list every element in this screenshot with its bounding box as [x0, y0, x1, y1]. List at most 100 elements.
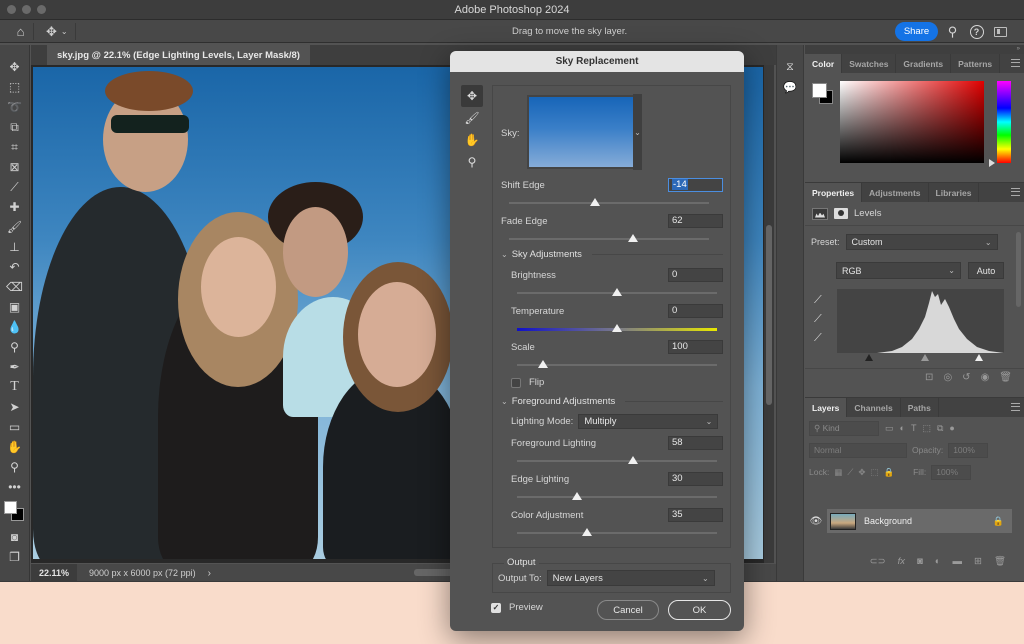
foreground-color-swatch[interactable] — [812, 83, 827, 98]
pixel-filter-icon[interactable]: ▭ — [885, 423, 894, 434]
trash-icon[interactable]: 🗑 — [999, 372, 1012, 383]
collapse-panels-button[interactable]: » — [805, 45, 1024, 54]
fade-edge-input[interactable]: 62 — [668, 214, 723, 228]
marquee-tool[interactable]: ⬚ — [0, 77, 29, 97]
trash-icon[interactable]: 🗑 — [994, 556, 1006, 567]
edge-lighting-input[interactable]: 30 — [668, 472, 723, 486]
fx-icon[interactable]: fx — [898, 556, 905, 567]
fill-input[interactable]: 100% — [931, 464, 972, 480]
scroll-thumb[interactable] — [766, 225, 772, 405]
tab-swatches[interactable]: Swatches — [842, 54, 897, 73]
adjustment-filter-icon[interactable]: ◐ — [900, 423, 905, 433]
scale-slider[interactable] — [538, 360, 548, 368]
shift-edge-input[interactable]: -14 — [668, 178, 723, 192]
foreground-lighting-input[interactable]: 58 — [668, 436, 723, 450]
shift-edge-slider[interactable] — [590, 198, 600, 206]
adjustment-layer-icon[interactable]: ◐ — [935, 556, 941, 567]
layer-row[interactable]: 👁 Background 🔒 — [805, 509, 1024, 533]
blend-mode-select[interactable]: Normal — [809, 442, 907, 458]
tool-preset-picker[interactable]: ✥ ⌄ — [42, 23, 76, 40]
tab-adjustments[interactable]: Adjustments — [862, 183, 929, 202]
lock-icon[interactable]: 🔒 — [993, 516, 1012, 527]
lock-artboard-icon[interactable]: ⬚ — [870, 467, 878, 478]
clone-stamp-tool[interactable]: ⊥ — [0, 237, 29, 257]
lock-transparent-icon[interactable]: ▦ — [834, 467, 842, 478]
flip-checkbox[interactable] — [511, 377, 521, 388]
screen-mode-button[interactable]: ❐ — [0, 547, 29, 567]
edge-lighting-slider[interactable] — [572, 492, 582, 500]
gradient-tool[interactable]: ▣ — [0, 297, 29, 317]
zoom-tool[interactable]: ⚲ — [461, 151, 483, 173]
sky-move-tool[interactable]: ✥ — [461, 85, 483, 107]
properties-scrollbar[interactable] — [1016, 232, 1021, 307]
black-point-slider[interactable] — [865, 354, 873, 361]
white-point-eyedropper-icon[interactable]: ⟋ — [814, 332, 822, 345]
zoom-tool[interactable]: ⚲ — [0, 457, 29, 477]
output-to-select[interactable]: New Layers ⌄ — [546, 570, 715, 586]
folder-icon[interactable]: ▬ — [952, 556, 962, 567]
workspace-button[interactable] — [992, 23, 1009, 40]
tab-libraries[interactable]: Libraries — [929, 183, 980, 202]
dodge-tool[interactable]: ⚲ — [0, 337, 29, 357]
color-swatches[interactable] — [0, 497, 29, 527]
document-tab[interactable]: sky.jpg @ 22.1% (Edge Lighting Levels, L… — [47, 45, 310, 65]
lighting-mode-select[interactable]: Multiply ⌄ — [578, 414, 719, 429]
scale-input[interactable]: 100 — [668, 340, 723, 354]
lock-image-icon[interactable]: ⟋ — [847, 467, 853, 478]
hue-slider[interactable] — [997, 81, 1011, 163]
tab-paths[interactable]: Paths — [901, 398, 939, 417]
auto-button[interactable]: Auto — [968, 262, 1004, 279]
panel-menu-icon[interactable] — [1011, 188, 1020, 196]
layer-item[interactable]: Background 🔒 — [827, 509, 1012, 533]
preview-checkbox[interactable]: ✓ — [491, 602, 501, 613]
healing-tool[interactable]: ✚ — [0, 197, 29, 217]
panel-menu-icon[interactable] — [1011, 403, 1020, 411]
type-filter-icon[interactable]: T — [911, 423, 917, 433]
tab-color[interactable]: Color — [805, 54, 843, 73]
blur-tool[interactable]: 💧 — [0, 317, 29, 337]
lock-all-icon[interactable]: 🔒 — [883, 467, 894, 478]
status-menu-arrow[interactable]: › — [196, 568, 211, 579]
color-adjustment-track[interactable] — [517, 532, 717, 534]
shift-edge-track[interactable] — [509, 202, 709, 204]
tab-properties[interactable]: Properties — [805, 183, 863, 202]
more-tools[interactable]: ••• — [0, 477, 29, 497]
path-select-tool[interactable]: ➤ — [0, 397, 29, 417]
share-button[interactable]: Share — [895, 22, 938, 41]
brightness-slider[interactable] — [612, 288, 622, 296]
move-tool[interactable]: ✥ — [0, 57, 29, 77]
canvas-vertical-scrollbar[interactable] — [764, 65, 774, 563]
tab-gradients[interactable]: Gradients — [896, 54, 952, 73]
tab-patterns[interactable]: Patterns — [951, 54, 1001, 73]
search-button[interactable]: ⚲ — [944, 23, 961, 40]
black-point-eyedropper-icon[interactable]: ⟋ — [814, 294, 822, 307]
lasso-tool[interactable]: ➰ — [0, 97, 29, 117]
shape-filter-icon[interactable]: ⬚ — [922, 423, 931, 434]
eraser-tool[interactable]: ⌫ — [0, 277, 29, 297]
reset-icon[interactable]: ↺ — [962, 372, 970, 383]
eye-icon[interactable]: 👁 — [805, 516, 827, 527]
fade-edge-slider[interactable] — [628, 234, 638, 242]
sky-preset-dropdown[interactable]: ⌄ — [633, 94, 642, 170]
foreground-color[interactable] — [4, 501, 17, 514]
clip-to-layer-icon[interactable]: ⊡ — [925, 372, 933, 383]
levels-icon[interactable] — [812, 207, 828, 220]
link-layers-icon[interactable]: ⊂⊃ — [870, 556, 886, 567]
foreground-adjustments-header[interactable]: ⌄ Foreground Adjustments — [501, 396, 723, 407]
brightness-input[interactable]: 0 — [668, 268, 723, 282]
hand-tool[interactable]: ✋ — [0, 437, 29, 457]
brush-tool[interactable]: 🖌 — [0, 217, 29, 237]
sky-preset-thumbnail[interactable] — [527, 95, 641, 169]
color-adjustment-input[interactable]: 35 — [668, 508, 723, 522]
history-panel-button[interactable]: ⧖ — [777, 57, 803, 77]
preset-select[interactable]: Custom ⌄ — [845, 234, 998, 250]
color-adjustment-slider[interactable] — [582, 528, 592, 536]
foreground-lighting-track[interactable] — [517, 460, 717, 462]
layer-mask-icon[interactable] — [834, 208, 848, 219]
frame-tool[interactable]: ⊠ — [0, 157, 29, 177]
midtone-slider[interactable] — [921, 354, 929, 361]
add-mask-icon[interactable]: ◙ — [917, 556, 923, 567]
crop-tool[interactable]: ⌗ — [0, 137, 29, 157]
visibility-icon[interactable]: ◉ — [981, 372, 990, 383]
hue-slider-marker[interactable] — [989, 159, 995, 167]
